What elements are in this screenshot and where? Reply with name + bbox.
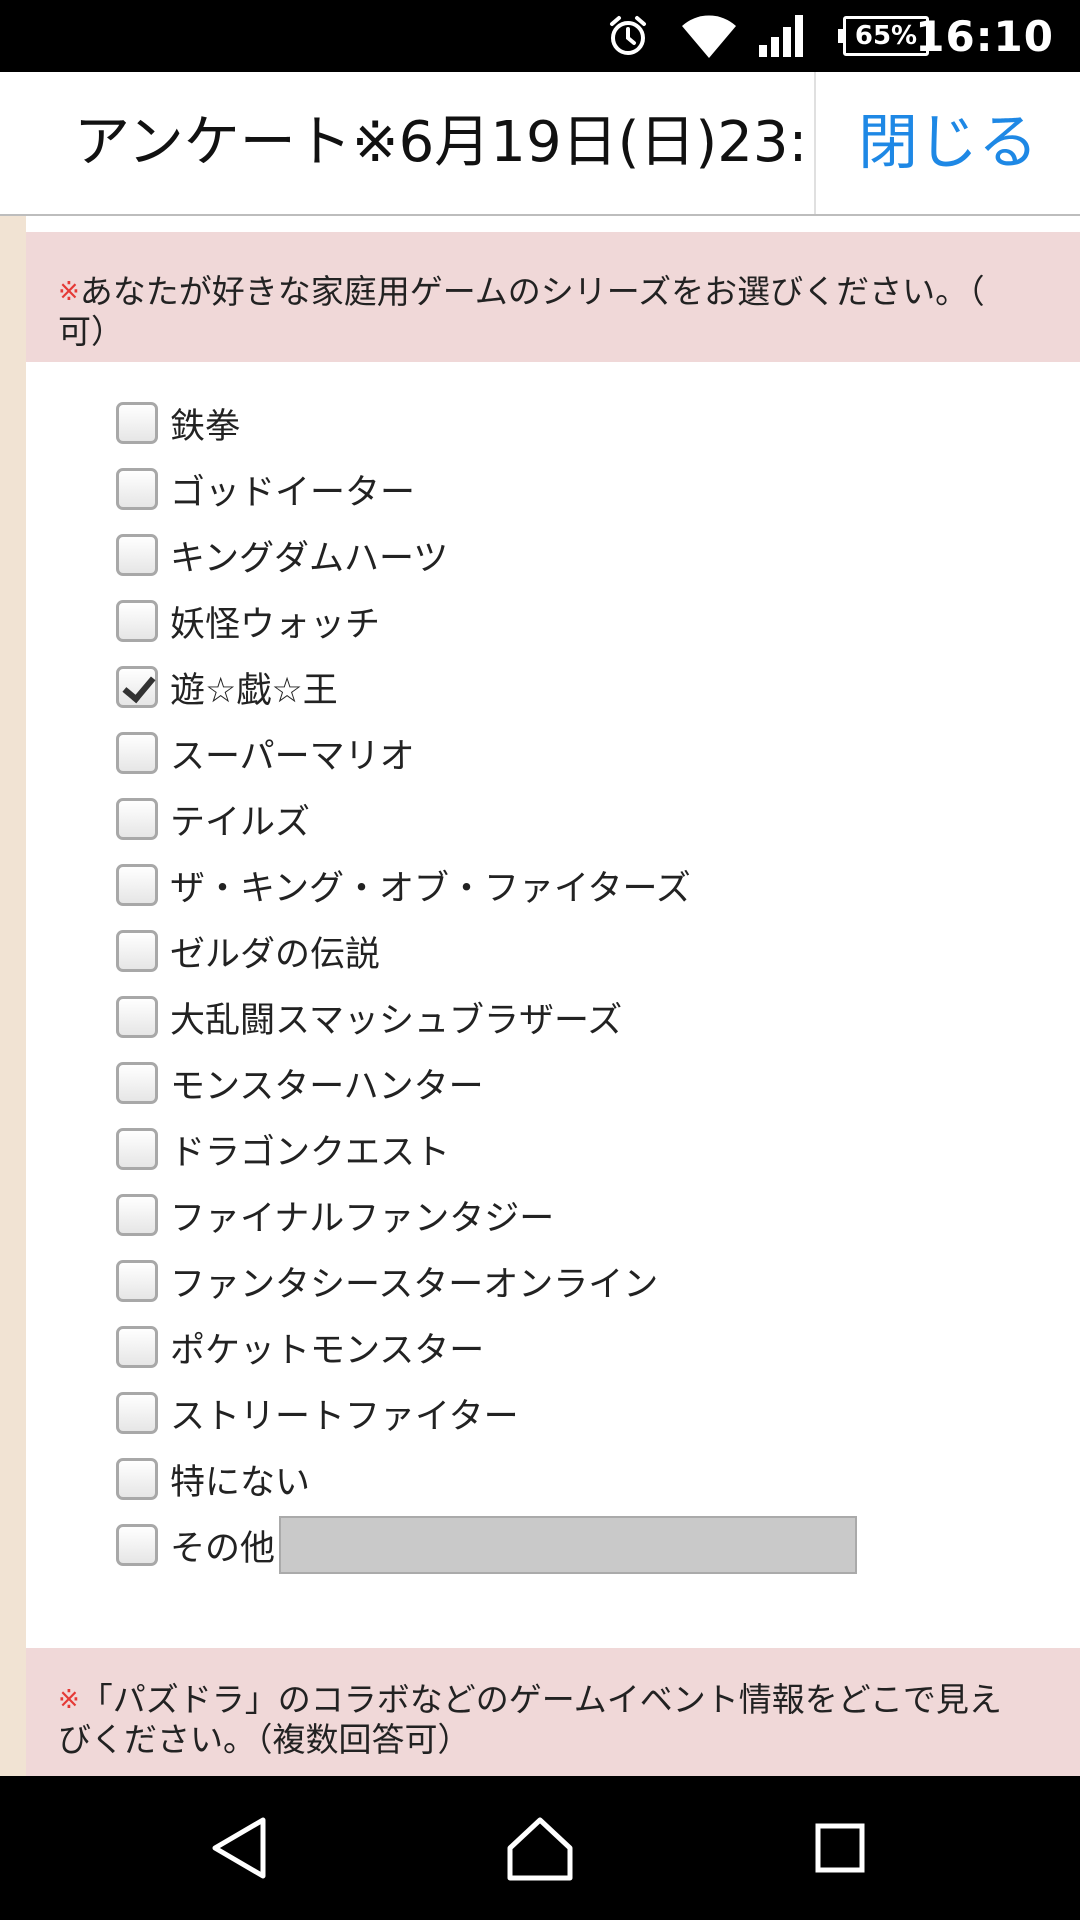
alarm-icon: [606, 0, 650, 72]
option-row[interactable]: 大乱闘スマッシュブラザーズ: [116, 984, 1066, 1050]
option-row[interactable]: 遊☆戯☆王: [116, 654, 1066, 720]
option-label[interactable]: ポケットモンスター: [170, 1322, 484, 1373]
option-row[interactable]: ザ・キング・オブ・ファイターズ: [116, 852, 1066, 918]
page-title: アンケート※6月19日(日)23:: [74, 110, 808, 175]
option-label[interactable]: スーパーマリオ: [170, 728, 415, 779]
clock: 16:10: [915, 11, 1054, 61]
option-checkbox[interactable]: [116, 402, 158, 444]
option-checkbox[interactable]: [116, 666, 158, 708]
option-checkbox[interactable]: [116, 468, 158, 510]
option-checkbox[interactable]: [116, 930, 158, 972]
option-label[interactable]: キングダムハーツ: [170, 530, 448, 581]
title-bar: アンケート※6月19日(日)23: 閉じる: [0, 72, 1080, 216]
back-icon[interactable]: [201, 1812, 281, 1884]
status-bar: 65% 16:10: [0, 0, 1080, 72]
option-checkbox[interactable]: [116, 534, 158, 576]
option-row[interactable]: 妖怪ウォッチ: [116, 588, 1066, 654]
side-strip: [0, 216, 26, 1776]
option-checkbox[interactable]: [116, 1458, 158, 1500]
question-header: ※あなたが好きな家庭用ゲームのシリーズをお選びください。（ 可）: [26, 232, 1080, 362]
question-text-line-1: ※あなたが好きな家庭用ゲームのシリーズをお選びください。（: [58, 272, 1080, 312]
recent-apps-icon[interactable]: [800, 1812, 880, 1884]
option-checkbox[interactable]: [116, 1194, 158, 1236]
option-label[interactable]: ストリートファイター: [170, 1388, 519, 1439]
option-row[interactable]: その他: [116, 1512, 1066, 1578]
option-row[interactable]: ゼルダの伝説: [116, 918, 1066, 984]
question-text-line-1: ※「パズドラ」のコラボなどのゲームイベント情報をどこで見え: [58, 1680, 1080, 1720]
option-row[interactable]: モンスターハンター: [116, 1050, 1066, 1116]
option-label[interactable]: 大乱闘スマッシュブラザーズ: [170, 992, 622, 1043]
option-row[interactable]: ファイナルファンタジー: [116, 1182, 1066, 1248]
question-text-line-2: びください。（複数回答可）: [58, 1720, 471, 1759]
option-label[interactable]: 特にない: [170, 1454, 310, 1505]
option-label[interactable]: ファンタシースターオンライン: [170, 1256, 658, 1307]
option-checkbox[interactable]: [116, 1062, 158, 1104]
option-row[interactable]: 特にない: [116, 1446, 1066, 1512]
option-checkbox[interactable]: [116, 1392, 158, 1434]
question-text-line-2: 可）: [58, 312, 124, 351]
signal-icon: [757, 0, 809, 72]
option-checkbox[interactable]: [116, 1260, 158, 1302]
option-label[interactable]: 鉄拳: [170, 398, 240, 449]
option-row[interactable]: ドラゴンクエスト: [116, 1116, 1066, 1182]
option-checkbox[interactable]: [116, 1326, 158, 1368]
option-label[interactable]: ファイナルファンタジー: [170, 1190, 554, 1241]
option-row[interactable]: スーパーマリオ: [116, 720, 1066, 786]
option-checkbox[interactable]: [116, 732, 158, 774]
option-label[interactable]: その他: [170, 1520, 275, 1571]
option-checkbox[interactable]: [116, 600, 158, 642]
option-row[interactable]: ポケットモンスター: [116, 1314, 1066, 1380]
option-row[interactable]: テイルズ: [116, 786, 1066, 852]
option-row[interactable]: ゴッドイーター: [116, 456, 1066, 522]
option-label[interactable]: モンスターハンター: [170, 1058, 484, 1109]
survey-content[interactable]: ※あなたが好きな家庭用ゲームのシリーズをお選びください。（ 可） 鉄拳 ゴッドイー…: [0, 216, 1080, 1776]
option-label[interactable]: ドラゴンクエスト: [170, 1124, 450, 1175]
option-checkbox[interactable]: [116, 996, 158, 1038]
option-list: 鉄拳ゴッドイーター キングダムハーツ 妖怪ウォッチ 遊☆戯☆王スーパーマリオ テイルズザ…: [116, 390, 1066, 1578]
option-row[interactable]: ファンタシースターオンライン: [116, 1248, 1066, 1314]
required-mark: ※: [58, 277, 80, 307]
option-label[interactable]: 妖怪ウォッチ: [170, 596, 380, 647]
option-label[interactable]: ザ・キング・オブ・ファイターズ: [170, 860, 691, 911]
option-label[interactable]: テイルズ: [170, 794, 310, 845]
question-header: ※「パズドラ」のコラボなどのゲームイベント情報をどこで見え びください。（複数回…: [26, 1648, 1080, 1776]
question-text: 「パズドラ」のコラボなどのゲームイベント情報をどこで見え: [79, 1680, 1002, 1719]
navigation-bar: [0, 1776, 1080, 1920]
question-text: あなたが好きな家庭用ゲームのシリーズをお選びください。（: [79, 272, 985, 311]
option-label[interactable]: ゼルダの伝説: [170, 926, 380, 977]
other-text-input[interactable]: [279, 1516, 858, 1574]
option-checkbox[interactable]: [116, 1524, 158, 1566]
option-checkbox[interactable]: [116, 1128, 158, 1170]
option-label[interactable]: 遊☆戯☆王: [170, 662, 338, 713]
option-checkbox[interactable]: [116, 798, 158, 840]
option-checkbox[interactable]: [116, 864, 158, 906]
wifi-icon: [680, 0, 738, 72]
option-row[interactable]: キングダムハーツ: [116, 522, 1066, 588]
option-row[interactable]: ストリートファイター: [116, 1380, 1066, 1446]
option-label[interactable]: ゴッドイーター: [170, 464, 415, 515]
required-mark: ※: [58, 1685, 80, 1715]
home-icon[interactable]: [500, 1812, 580, 1884]
option-row[interactable]: 鉄拳: [116, 390, 1066, 456]
close-button[interactable]: 閉じる: [816, 72, 1080, 214]
